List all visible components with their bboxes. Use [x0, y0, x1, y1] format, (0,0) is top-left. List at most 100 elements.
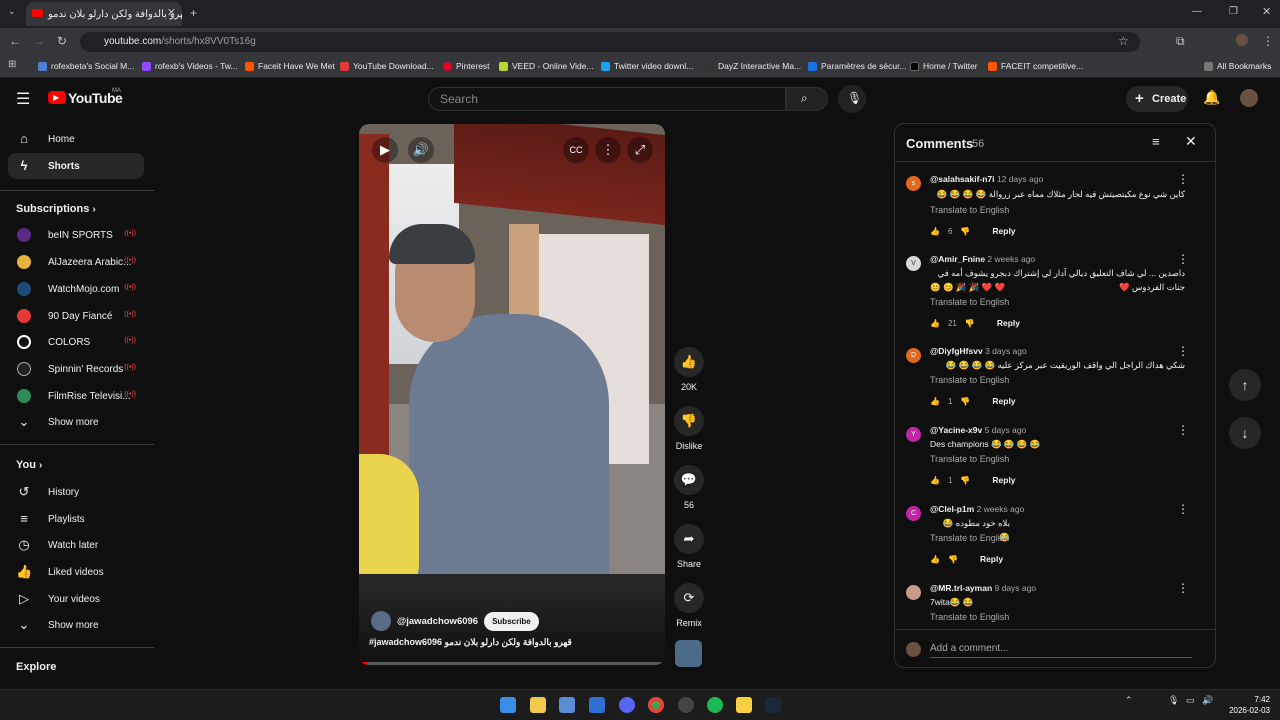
new-tab-icon[interactable]: + — [190, 6, 197, 20]
account-avatar[interactable] — [1240, 89, 1258, 107]
search-button[interactable]: ⌕ — [786, 87, 828, 111]
comment-menu-icon[interactable]: ⋮ — [1177, 581, 1189, 595]
commenter-avatar[interactable]: C — [906, 506, 921, 521]
sidebar-item-your-videos[interactable]: ▷ Your videos — [8, 586, 144, 612]
mail-icon[interactable] — [589, 697, 605, 713]
voice-search-button[interactable]: 🎙 — [838, 85, 866, 113]
subscription-item[interactable]: beIN SPORTS ((•)) — [8, 222, 144, 248]
commenter-avatar[interactable]: s — [906, 176, 921, 191]
fullscreen-icon[interactable]: ⤢ — [627, 137, 653, 163]
translate-link[interactable]: Translate to English — [930, 375, 1009, 385]
sidebar-item-home[interactable]: ⌂ Home — [8, 126, 144, 152]
window-close-icon[interactable]: ✕ — [1262, 5, 1271, 18]
add-comment-input[interactable]: Add a comment... — [930, 643, 1192, 658]
comment-author[interactable]: @MR.trl-ayman 9 days ago — [930, 583, 1036, 593]
comment-menu-icon[interactable]: ⋮ — [1177, 252, 1189, 266]
maximize-icon[interactable]: ❐ — [1229, 6, 1238, 17]
apps-icon[interactable]: ⊞ — [8, 59, 16, 70]
reply-button[interactable]: Reply — [997, 318, 1020, 328]
reply-button[interactable]: Reply — [980, 554, 1003, 564]
url-field[interactable]: youtube.com/shorts/hx8VV0Ts16g — [80, 32, 1140, 52]
sidebar-item-watch-later[interactable]: ◷ Watch later — [8, 532, 144, 558]
bookmark-item[interactable]: Twitter video downl... — [601, 61, 693, 71]
thumbs-down-icon[interactable]: 👎 — [960, 476, 970, 485]
start-icon[interactable] — [500, 697, 516, 713]
tab-search-icon[interactable]: ⌄ — [8, 6, 16, 17]
sound-thumbnail[interactable] — [675, 640, 702, 667]
subscription-item[interactable]: Spinnin' Records ((•)) — [8, 356, 144, 382]
bookmark-star-icon[interactable]: ☆ — [1118, 34, 1129, 48]
sidebar-item-shorts[interactable]: ϟ Shorts — [8, 153, 144, 179]
show-more-you[interactable]: ⌄ Show more — [8, 612, 144, 638]
reload-icon[interactable]: ↻ — [57, 34, 67, 48]
browser-tab[interactable]: قهرو بالدوافة ولكن دارلو بلان ندمو ✕ — [26, 2, 182, 26]
chrome-icon[interactable] — [648, 697, 664, 713]
play-icon[interactable]: ▶ — [372, 137, 398, 163]
bookmark-item[interactable]: Home / Twitter — [910, 61, 978, 71]
commenter-avatar[interactable]: V — [906, 256, 921, 271]
forward-icon[interactable]: → — [33, 34, 45, 48]
show-more-subscriptions[interactable]: ⌄ Show more — [8, 409, 144, 435]
microphone-icon[interactable]: 🎙 — [1168, 695, 1179, 706]
translate-link[interactable]: Translate to English — [930, 454, 1009, 464]
profile-avatar[interactable] — [1236, 34, 1248, 46]
thumbs-up-icon[interactable]: 👍 — [930, 397, 940, 406]
subscription-item[interactable]: AlJazeera Arabic... ((•)) — [8, 249, 144, 275]
spotify-icon[interactable] — [707, 697, 723, 713]
thumbs-down-icon[interactable]: 👎 — [960, 397, 970, 406]
subscription-item[interactable]: FilmRise Televisi... ((•)) — [8, 383, 144, 409]
editor-icon[interactable] — [736, 697, 752, 713]
thumbs-down-icon[interactable]: 👎 — [965, 319, 975, 328]
subscription-item[interactable]: WatchMojo.com ((•)) — [8, 276, 144, 302]
obs-icon[interactable] — [678, 697, 694, 713]
comment-author[interactable]: @Yacine-x9v 5 days ago — [930, 425, 1026, 435]
commenter-avatar[interactable]: D — [906, 348, 921, 363]
thumbs-up-icon[interactable]: 👍 — [930, 319, 940, 328]
like-button[interactable]: 👍 20K — [673, 347, 705, 392]
comment-menu-icon[interactable]: ⋮ — [1177, 172, 1189, 186]
commenter-avatar[interactable] — [906, 585, 921, 600]
thumbs-up-icon[interactable]: 👍 — [930, 476, 940, 485]
tray-chevron-icon[interactable]: ⌃ — [1125, 695, 1133, 706]
bookmark-item[interactable]: DayZ Interactive Ma... — [705, 61, 801, 71]
menu-icon[interactable]: ☰ — [16, 89, 30, 109]
close-tab-icon[interactable]: ✕ — [167, 6, 176, 19]
thumbs-down-icon[interactable]: 👎 — [960, 227, 970, 236]
system-clock[interactable]: 7:42 2026-02-03 — [1222, 694, 1270, 716]
sidebar-item-playlists[interactable]: ≡ Playlists — [8, 506, 144, 532]
subscription-item[interactable]: COLORS ((•)) — [8, 329, 144, 355]
bookmark-item[interactable]: Pinterest — [443, 61, 490, 71]
bookmark-item[interactable]: FACEIT competitive... — [988, 61, 1083, 71]
commenter-avatar[interactable]: Y — [906, 427, 921, 442]
subscription-item[interactable]: 90 Day Fiancé ((•)) — [8, 303, 144, 329]
sidebar-item-liked-videos[interactable]: 👍 Liked videos — [8, 559, 144, 585]
captions-icon[interactable]: CC — [563, 137, 589, 163]
reply-button[interactable]: Reply — [992, 396, 1015, 406]
sidebar-item-history[interactable]: ↺ History — [8, 479, 144, 505]
store-icon[interactable] — [559, 697, 575, 713]
network-icon[interactable]: ▭ — [1186, 695, 1195, 706]
close-icon[interactable]: ✕ — [1185, 133, 1197, 150]
previous-short-button[interactable]: ↑ — [1229, 369, 1261, 401]
video-progress-bar[interactable] — [359, 662, 665, 665]
create-button[interactable]: + Create — [1126, 86, 1188, 112]
bookmark-item[interactable]: Paramètres de sécur... — [808, 61, 907, 71]
thumbs-down-icon[interactable]: 👎 — [948, 555, 958, 564]
comment-author[interactable]: @Clel-p1m 2 weeks ago — [930, 504, 1024, 514]
back-icon[interactable]: ← — [9, 34, 21, 48]
comment-menu-icon[interactable]: ⋮ — [1177, 344, 1189, 358]
remix-button[interactable]: ⟳ Remix — [673, 583, 705, 628]
search-input[interactable]: Search — [428, 87, 786, 111]
reply-button[interactable]: Reply — [992, 226, 1015, 236]
comment-author[interactable]: @Amir_Fnine 2 weeks ago — [930, 254, 1035, 264]
channel-avatar[interactable] — [371, 611, 391, 631]
translate-link[interactable]: Translate to English — [930, 612, 1009, 622]
translate-link[interactable]: Translate to English — [930, 533, 1009, 543]
reply-button[interactable]: Reply — [992, 475, 1015, 485]
next-short-button[interactable]: ↓ — [1229, 417, 1261, 449]
comment-menu-icon[interactable]: ⋮ — [1177, 502, 1189, 516]
bookmark-item[interactable]: VEED - Online Vide... — [499, 61, 594, 71]
bookmark-item[interactable]: rofexb's Videos - Tw... — [142, 61, 238, 71]
channel-handle[interactable]: @jawadchow6096 — [397, 616, 478, 627]
bookmark-item[interactable]: YouTube Download... — [340, 61, 434, 71]
